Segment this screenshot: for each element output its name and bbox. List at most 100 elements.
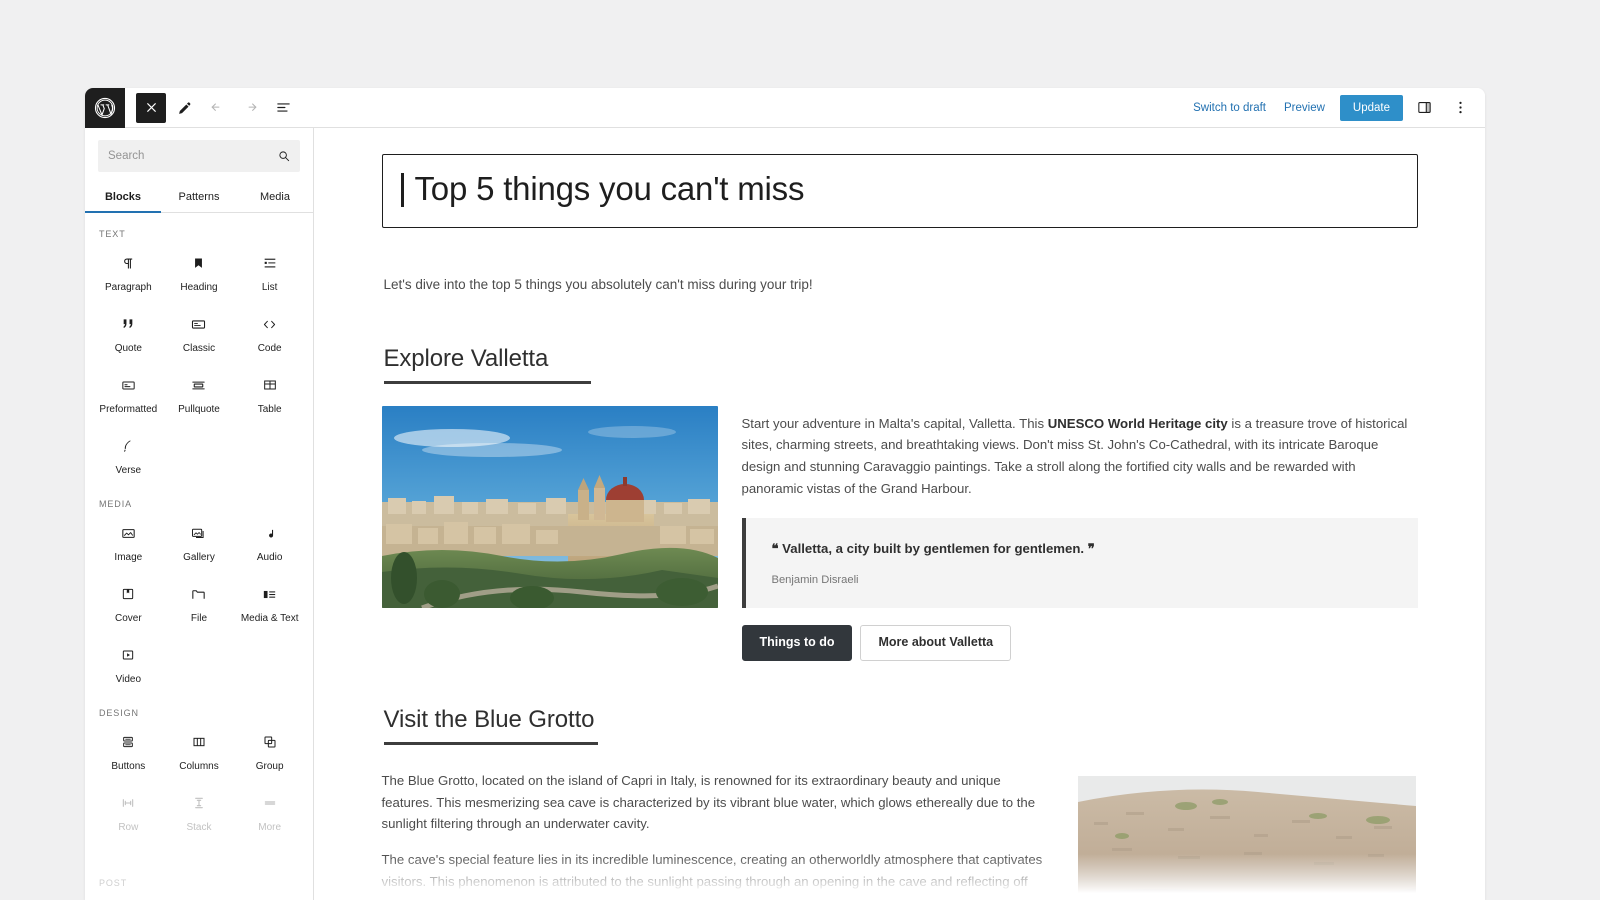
intro-paragraph[interactable]: Let's dive into the top 5 things you abs… [384, 274, 1418, 296]
page-title[interactable]: Top 5 things you can't miss [401, 169, 1399, 209]
editor-body: Blocks Patterns Media TEXT Paragraph [85, 128, 1485, 900]
block-item-pullquote[interactable]: Pullquote [164, 363, 235, 422]
preview-button[interactable]: Preview [1275, 96, 1334, 120]
block-item-stack[interactable]: Stack [164, 781, 235, 840]
block-item-quote[interactable]: Quote [93, 302, 164, 361]
quote-icon [120, 312, 136, 336]
search-input[interactable] [98, 140, 300, 172]
three-dots-icon[interactable] [1445, 93, 1475, 123]
settings-panel-icon[interactable] [1409, 93, 1439, 123]
more-about-valletta-button[interactable]: More about Valletta [860, 625, 1012, 662]
text-cursor [400, 173, 404, 207]
quote-citation[interactable]: Benjamin Disraeli [772, 574, 1396, 586]
category-label-text: TEXT [99, 229, 126, 239]
valletta-paragraph[interactable]: Start your adventure in Malta's capital,… [742, 413, 1418, 500]
block-label: File [190, 613, 208, 624]
block-label: Audio [256, 552, 283, 563]
tab-media[interactable]: Media [237, 181, 313, 212]
section-heading-valletta: Explore Valletta [383, 344, 591, 384]
block-item-cover[interactable]: Cover [93, 572, 164, 631]
list-view-icon[interactable] [268, 93, 298, 123]
media-text-block-blue-grotto: The Blue Grotto, located on the island o… [382, 770, 1418, 900]
file-icon [190, 582, 207, 606]
block-label: Code [257, 343, 282, 354]
block-item-preformatted[interactable]: Preformatted [93, 363, 164, 422]
block-item-verse[interactable]: Verse [93, 424, 164, 483]
block-label: Media & Text [240, 613, 299, 624]
quote-body: Valletta, a city built by gentlemen for … [782, 541, 1085, 557]
block-item-more[interactable]: More [234, 781, 305, 840]
block-item-group[interactable]: Group [234, 720, 305, 779]
category-label-design: DESIGN [99, 708, 139, 718]
block-item-code[interactable]: Code [234, 302, 305, 361]
block-item-table[interactable]: Table [234, 363, 305, 422]
tab-blocks[interactable]: Blocks [85, 181, 161, 213]
valletta-cityscape-image[interactable] [381, 405, 718, 608]
classic-icon [190, 312, 207, 336]
close-icon[interactable] [136, 92, 166, 123]
heading-text[interactable]: Visit the Blue Grotto [384, 705, 598, 735]
more-icon [262, 791, 278, 815]
redo-icon[interactable] [235, 93, 265, 123]
blue-grotto-cliff-image[interactable] [1077, 776, 1416, 900]
block-item-audio[interactable]: Audio [234, 511, 305, 570]
block-label: Heading [180, 282, 218, 293]
group-icon [262, 730, 278, 754]
block-item-media-text[interactable]: Media & Text [234, 572, 305, 631]
edit-pencil-icon[interactable] [169, 93, 199, 123]
block-list: TEXT Paragraph Heading List Quote Classi… [85, 213, 313, 900]
block-label: Group [255, 761, 284, 772]
buttons-icon [120, 730, 136, 754]
blue-grotto-paragraph-2[interactable]: The cave's special feature lies in its i… [382, 849, 1050, 900]
valletta-text-column: Start your adventure in Malta's capital,… [741, 406, 1418, 662]
switch-to-draft-button[interactable]: Switch to draft [1184, 96, 1275, 120]
block-item-paragraph[interactable]: Paragraph [93, 241, 164, 300]
tab-patterns[interactable]: Patterns [161, 181, 237, 212]
quote-block[interactable]: ❝ Valletta, a city built by gentlemen fo… [741, 518, 1418, 609]
block-item-classic[interactable]: Classic [164, 302, 235, 361]
block-inserter-panel: Blocks Patterns Media TEXT Paragraph [85, 128, 314, 900]
wordpress-logo-icon[interactable] [85, 88, 125, 128]
row-icon [120, 791, 136, 815]
block-item-file[interactable]: File [164, 572, 235, 631]
block-label: Video [115, 674, 142, 685]
heading-text[interactable]: Explore Valletta [384, 344, 591, 374]
verse-icon [120, 434, 136, 458]
editor-canvas[interactable]: Top 5 things you can't miss Let's dive i… [314, 128, 1485, 900]
block-item-list[interactable]: List [234, 241, 305, 300]
quote-text[interactable]: ❝ Valletta, a city built by gentlemen fo… [772, 541, 1396, 557]
block-label: Paragraph [104, 282, 152, 293]
block-label: List [261, 282, 278, 293]
search-box[interactable] [98, 140, 300, 172]
heading-rule [383, 380, 591, 384]
close-quote-mark: ❞ [1087, 541, 1095, 557]
media-text-icon [261, 582, 278, 606]
valletta-buttons: Things to do More about Valletta [741, 625, 1418, 662]
block-item-video[interactable]: Video [93, 633, 164, 692]
heading-rule [383, 742, 598, 746]
block-item-heading[interactable]: Heading [164, 241, 235, 300]
preformatted-icon [120, 373, 137, 397]
heading-icon [191, 251, 206, 275]
block-item-columns[interactable]: Columns [164, 720, 235, 779]
header-actions: Switch to draft Preview Update [1184, 93, 1485, 123]
update-button[interactable]: Update [1339, 94, 1403, 121]
block-label: Preformatted [99, 404, 158, 415]
block-label: Classic [182, 343, 216, 354]
pullquote-icon [190, 373, 207, 397]
block-label: Verse [115, 465, 142, 476]
block-label: Table [257, 404, 282, 415]
gallery-icon [190, 521, 207, 545]
block-item-buttons[interactable]: Buttons [93, 720, 164, 779]
blue-grotto-paragraph-1[interactable]: The Blue Grotto, located on the island o… [382, 770, 1050, 835]
header-tools [125, 92, 301, 123]
block-item-image[interactable]: Image [93, 511, 164, 570]
columns-icon [191, 730, 207, 754]
undo-icon[interactable] [202, 93, 232, 123]
block-item-row[interactable]: Row [93, 781, 164, 840]
block-item-gallery[interactable]: Gallery [164, 511, 235, 570]
post-title-block[interactable]: Top 5 things you can't miss [381, 154, 1418, 229]
audio-icon [262, 521, 278, 545]
things-to-do-button[interactable]: Things to do [741, 625, 853, 662]
cover-icon [120, 582, 136, 606]
